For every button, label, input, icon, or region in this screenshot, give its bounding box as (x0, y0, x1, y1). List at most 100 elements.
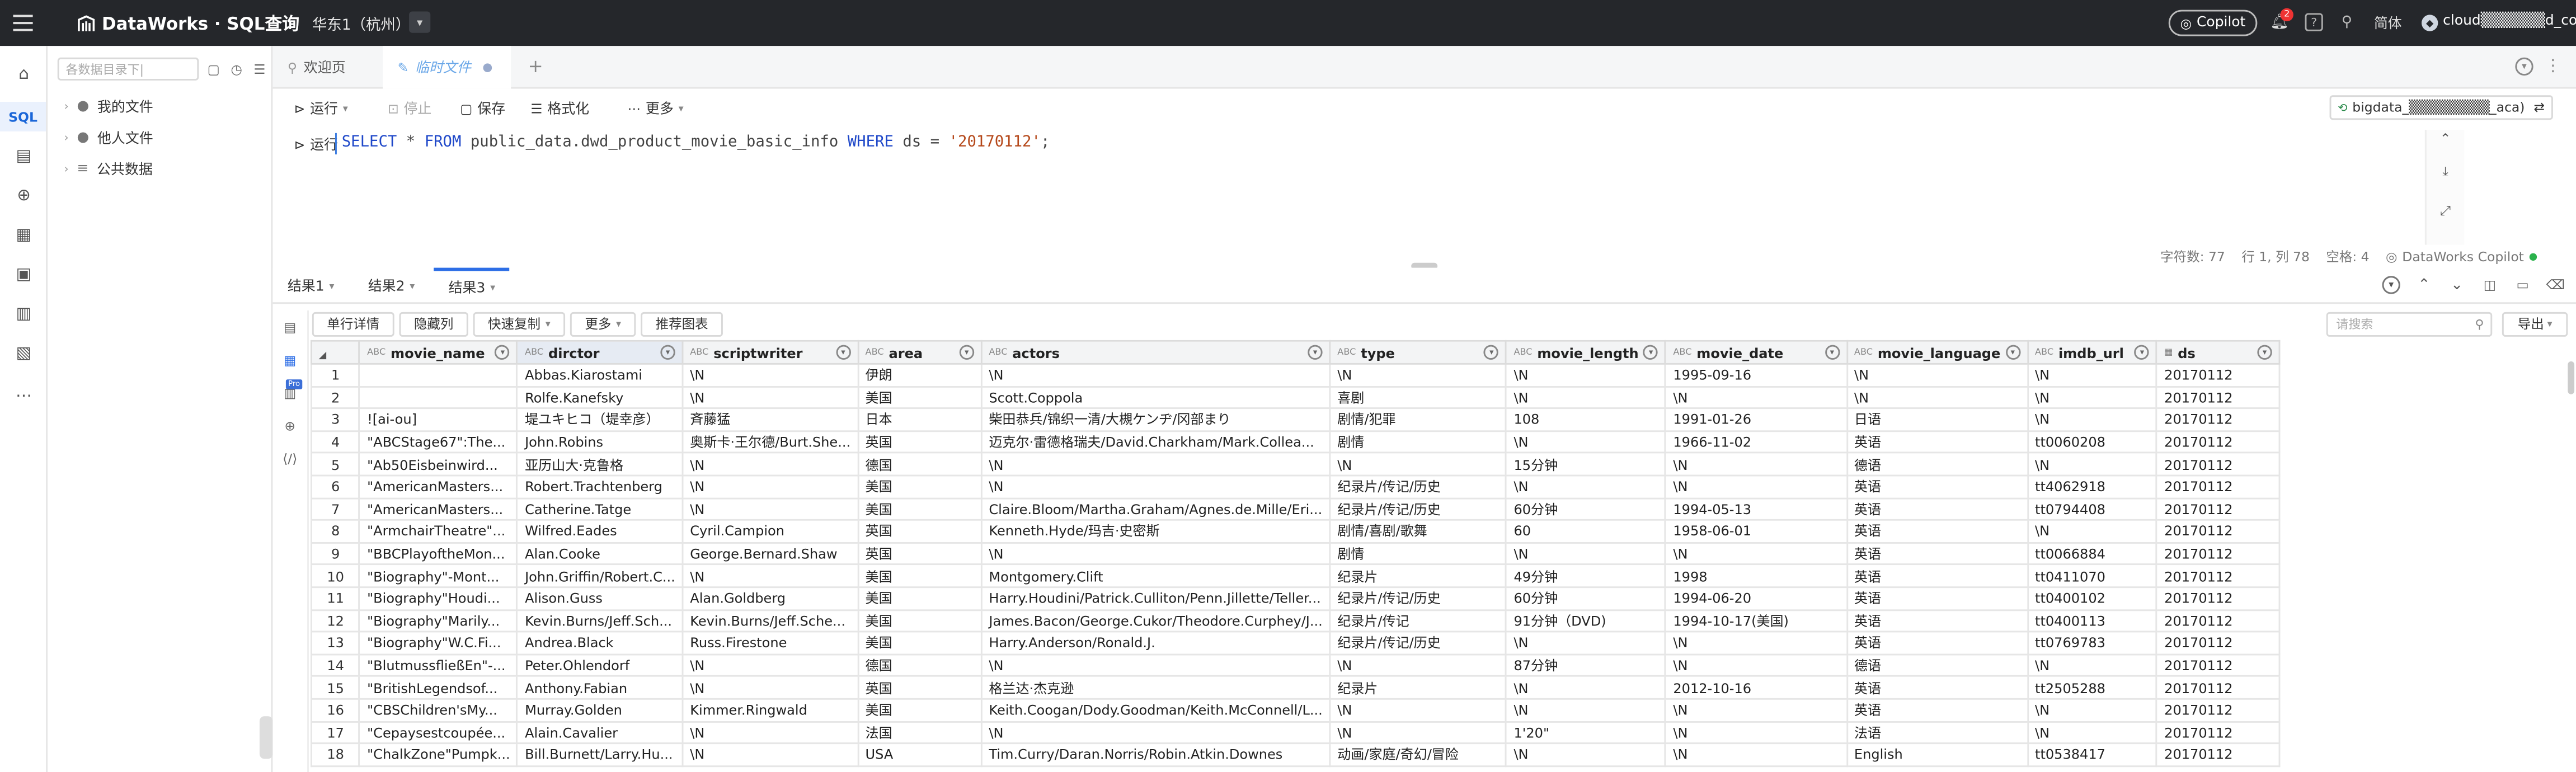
table-cell[interactable]: 20170112 (2156, 698, 2281, 722)
table-cell[interactable]: English (1846, 742, 2029, 767)
row-number[interactable]: 10 (310, 564, 361, 588)
table-cell[interactable]: 堤ユキヒコ（堤幸彦） (516, 407, 684, 432)
add-tab-icon[interactable]: + (526, 55, 546, 76)
table-cell[interactable]: Alain.Cavalier (516, 720, 684, 745)
explore-icon[interactable]: ⊕ (12, 184, 36, 209)
table-cell[interactable]: Peter.Ohlendorf (516, 653, 684, 677)
table-cell[interactable]: \N (1665, 474, 1848, 499)
table-cell[interactable]: \N (980, 452, 1331, 477)
region-label[interactable]: 华东1（杭州） (312, 13, 410, 34)
table-cell[interactable]: USA (857, 742, 983, 767)
table-cell[interactable]: 纪录片/传记/历史 (1329, 474, 1507, 499)
column-header-area[interactable]: ABC area ▾ (857, 340, 983, 365)
table-cell[interactable]: Anthony.Fabian (516, 675, 684, 700)
table-cell[interactable]: \N (1329, 698, 1507, 722)
table-cell[interactable]: Harry.Houdini/Patrick.Culliton/Penn.Jill… (980, 586, 1331, 610)
table-cell[interactable]: 1966-11-02 (1665, 430, 1848, 454)
table-cell[interactable]: 英语 (1846, 609, 2029, 633)
filter-icon[interactable]: ▾ (1643, 345, 1658, 360)
home-icon[interactable]: ⌂ (12, 63, 36, 87)
filter-icon[interactable]: ▾ (2005, 345, 2020, 360)
table-cell[interactable]: 动画/家庭/奇幻/冒险 (1329, 742, 1507, 767)
table-cell[interactable]: \N (1505, 363, 1667, 387)
table-cell[interactable]: 英语 (1846, 675, 2029, 700)
table-cell[interactable]: 剧情/犯罪 (1329, 407, 1507, 432)
table-cell[interactable]: 1991-01-26 (1665, 407, 1848, 432)
table-cell[interactable]: 20170112 (2156, 542, 2281, 566)
table-cell[interactable]: \N (1505, 630, 1667, 655)
table-cell[interactable]: 日语 (1846, 407, 2029, 432)
row-number[interactable]: 2 (310, 385, 361, 409)
table-view-icon[interactable]: ▦ (279, 350, 300, 371)
table-cell[interactable]: Montgomery.Clift (980, 564, 1331, 588)
code-icon[interactable]: ⟨/⟩ (279, 449, 300, 470)
table-cell[interactable]: 纪录片 (1329, 675, 1507, 700)
table-row[interactable]: 17 "Cepaysestcoupée... Alain.Cavalier \N 法国 \… (310, 720, 2281, 745)
table-cell[interactable]: 1958-06-01 (1665, 519, 1848, 544)
column-header-scriptwriter[interactable]: ABC scriptwriter ▾ (681, 340, 859, 365)
table-cell[interactable]: \N (1505, 698, 1667, 722)
row-number[interactable]: 17 (310, 720, 361, 745)
table-cell[interactable]: \N (1665, 653, 1848, 677)
table-cell[interactable]: 2012-10-16 (1665, 675, 1848, 700)
table-cell[interactable]: Claire.Bloom/Martha.Graham/Agnes.de.Mill… (980, 497, 1331, 521)
table-cell[interactable]: 1994-10-17(美国) (1665, 609, 1848, 633)
table-cell[interactable]: 91分钟（DVD) (1505, 609, 1667, 633)
column-header-type[interactable]: ABC type ▾ (1329, 340, 1507, 365)
table-cell[interactable]: 15分钟 (1505, 452, 1667, 477)
table-cell[interactable]: "BBCPlayoftheMon... (359, 542, 519, 566)
table-cell[interactable]: 20170112 (2156, 630, 2281, 655)
app-logo[interactable]: DataWorks · SQL查询 (77, 12, 299, 35)
table-cell[interactable]: Abbas.Kiarostami (516, 363, 684, 387)
table-cell[interactable]: tt0066884 (2027, 542, 2158, 566)
calendar-icon[interactable]: ▥ (12, 302, 36, 327)
table-cell[interactable]: \N (681, 720, 859, 745)
column-header-movie-date[interactable]: ABC movie_date ▾ (1665, 340, 1848, 365)
table-cell[interactable]: \N (1505, 385, 1667, 409)
rail-item-sql[interactable]: SQL (0, 102, 46, 131)
table-cell[interactable]: \N (681, 452, 859, 477)
row-number[interactable]: 6 (310, 474, 361, 499)
table-cell[interactable]: \N (1505, 474, 1667, 499)
copilot-assist-icon[interactable]: ⌃ (2436, 130, 2454, 148)
table-cell[interactable]: \N (1329, 720, 1507, 745)
table-cell[interactable]: "AmericanMasters... (359, 474, 519, 499)
table-cell[interactable]: \N (681, 564, 859, 588)
row-number[interactable]: 18 (310, 742, 361, 767)
row-number[interactable]: 14 (310, 653, 361, 677)
table-cell[interactable]: \N (681, 363, 859, 387)
column-header-actors[interactable]: ABC actors ▾ (980, 340, 1331, 365)
table-cell[interactable]: Alison.Guss (516, 586, 684, 610)
table-cell[interactable]: \N (980, 720, 1331, 745)
table-cell[interactable]: 日本 (857, 407, 983, 432)
clear-icon[interactable]: ⌫ (2546, 276, 2565, 294)
table-cell[interactable]: Robert.Trachtenberg (516, 474, 684, 499)
table-cell[interactable]: Catherine.Tatge (516, 497, 684, 521)
table-cell[interactable]: \N (681, 385, 859, 409)
zoom-icon[interactable]: ⊕ (279, 416, 300, 437)
table-cell[interactable]: 20170112 (2156, 519, 2281, 544)
table-cell[interactable]: 英语 (1846, 519, 2029, 544)
table-cell[interactable]: 纪录片/传记/历史 (1329, 630, 1507, 655)
table-cell[interactable]: George.Bernard.Shaw (681, 542, 859, 566)
history-icon[interactable]: ◷ (228, 61, 245, 77)
table-cell[interactable]: 英语 (1846, 564, 2029, 588)
table-cell[interactable]: \N (1665, 720, 1848, 745)
table-cell[interactable]: 20170112 (2156, 586, 2281, 610)
table-cell[interactable]: \N (1665, 698, 1848, 722)
quick-copy-button[interactable]: 快速复制 ▾ (473, 311, 566, 336)
row-number[interactable]: 5 (310, 452, 361, 477)
more-button[interactable]: ⋯ 更多 ▾ (628, 97, 684, 120)
table-cell[interactable]: \N (980, 653, 1331, 677)
column-header-movie-length[interactable]: ABC movie_length ▾ (1505, 340, 1667, 365)
table-cell[interactable]: 美国 (857, 497, 983, 521)
table-row[interactable]: 6 "AmericanMasters... Robert.Trachtenberg \… (310, 474, 2281, 499)
chevron-down-icon[interactable]: ⌄ (2448, 276, 2466, 294)
table-row[interactable]: 11 "Biography"Houdi... Alison.Guss Alan.Gol… (310, 586, 2281, 610)
table-cell[interactable]: Bill.Burnett/Larry.Hu... (516, 742, 684, 767)
row-number[interactable]: 16 (310, 698, 361, 722)
table-cell[interactable]: James.Bacon/George.Cukor/Theodore.Curphe… (980, 609, 1331, 633)
export-button[interactable]: 导出 ▾ (2502, 312, 2568, 337)
download-icon[interactable]: ⤓ (2436, 163, 2454, 181)
table-cell[interactable]: Murray.Golden (516, 698, 684, 722)
